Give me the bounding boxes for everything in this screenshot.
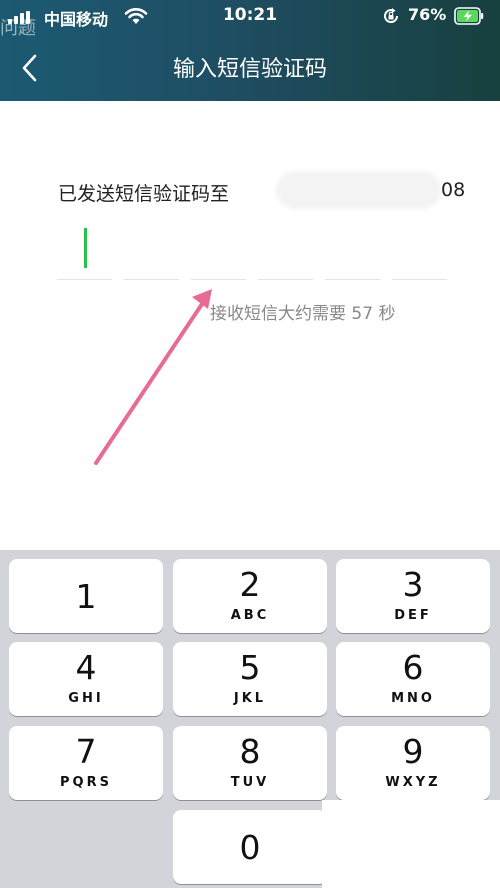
- key-6[interactable]: 6 MNO: [336, 642, 490, 716]
- key-letters: DEF: [394, 608, 432, 623]
- code-cell[interactable]: [258, 221, 313, 280]
- key-7[interactable]: 7 PQRS: [9, 726, 163, 800]
- phone-number-redacted: [276, 171, 441, 209]
- battery-percent: 76%: [408, 5, 447, 24]
- phone-number-suffix: 08: [441, 179, 466, 201]
- sms-sent-label: 已发送短信验证码至: [58, 183, 230, 205]
- key-digit: 9: [402, 732, 424, 771]
- code-cell[interactable]: [57, 221, 112, 280]
- header: 中国移动 10:21 76% 问题 输入短信验证码: [0, 0, 500, 101]
- key-digit: 4: [75, 648, 97, 687]
- content-area: 已发送短信验证码至 08 接收短信大约需要 57 秒: [0, 101, 500, 550]
- page-title: 输入短信验证码: [172, 57, 327, 82]
- battery-charging-icon: [454, 7, 484, 25]
- key-digit: 1: [75, 577, 97, 616]
- nav-bar: 输入短信验证码: [0, 34, 500, 101]
- key-1[interactable]: 1: [9, 559, 163, 633]
- code-cell[interactable]: [325, 221, 380, 280]
- sms-countdown: 接收短信大约需要 57 秒: [210, 304, 396, 324]
- verification-code-input[interactable]: [57, 221, 447, 281]
- key-letters: GHI: [68, 691, 104, 706]
- key-letters: MNO: [391, 691, 435, 706]
- key-4[interactable]: 4 GHI: [9, 642, 163, 716]
- status-bar: 中国移动 10:21 76%: [0, 0, 500, 34]
- key-9[interactable]: 9 WXYZ: [336, 726, 490, 800]
- key-letters: PQRS: [60, 775, 112, 790]
- rotation-lock-icon: [382, 7, 400, 25]
- key-digit: 8: [239, 732, 261, 771]
- key-3[interactable]: 3 DEF: [336, 559, 490, 633]
- code-cell[interactable]: [392, 221, 447, 280]
- key-digit: 5: [239, 648, 261, 687]
- code-cell[interactable]: [191, 221, 246, 280]
- key-digit: 0: [239, 828, 261, 867]
- key-letters: WXYZ: [385, 775, 441, 790]
- key-digit: 2: [239, 565, 261, 604]
- key-5[interactable]: 5 JKL: [173, 642, 327, 716]
- code-cell[interactable]: [124, 221, 179, 280]
- key-digit: 3: [402, 565, 424, 604]
- corner-overlay: [322, 800, 500, 888]
- key-letters: ABC: [230, 608, 270, 623]
- key-0[interactable]: 0: [173, 810, 327, 884]
- key-2[interactable]: 2 ABC: [173, 559, 327, 633]
- text-caret: [84, 228, 87, 268]
- annotation-arrow: [94, 289, 212, 465]
- key-letters: TUV: [230, 775, 270, 790]
- key-8[interactable]: 8 TUV: [173, 726, 327, 800]
- key-letters: JKL: [233, 691, 267, 706]
- key-digit: 7: [75, 732, 97, 771]
- key-digit: 6: [402, 648, 424, 687]
